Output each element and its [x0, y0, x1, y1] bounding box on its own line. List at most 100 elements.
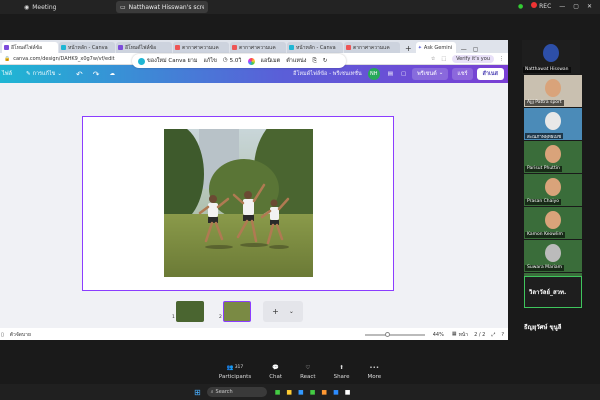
- taskbar-app-icon[interactable]: ■: [345, 389, 351, 396]
- participant-tile[interactable]: Natthawat Hisswan: [522, 40, 580, 74]
- avatar[interactable]: NH: [367, 68, 380, 80]
- comment-icon[interactable]: ▢: [401, 71, 406, 77]
- edit-button[interactable]: แก้ไข: [203, 57, 216, 65]
- share-arrow-icon: ⬆: [339, 364, 344, 371]
- browser-tab[interactable]: ตากาศาความแค: [173, 42, 229, 53]
- recording-indicator[interactable]: REC: [531, 2, 551, 10]
- canva-status-bar: ▯ ตัวจัดบาย 44% ▦ หน้า 2 / 2 ⤢ ?: [0, 330, 508, 340]
- chevron-down-icon: ⌄: [57, 71, 63, 77]
- paint-format-icon[interactable]: ⎘: [312, 58, 316, 65]
- participant-tile[interactable]: ธีญยุวัศษ์ ขุนูลี: [522, 318, 584, 338]
- new-tab-icon[interactable]: +: [405, 44, 412, 53]
- browser-tab[interactable]: อีโหมด์ไฟล์ข้อ: [116, 42, 172, 53]
- zoom-slider-thumb[interactable]: [384, 332, 390, 337]
- share-tab-label: Natthawat Hisswan's screen: [128, 3, 204, 11]
- participant-video: [545, 244, 561, 262]
- taskbar-app-icon[interactable]: ■: [321, 389, 327, 396]
- undo-icon[interactable]: ↶: [76, 70, 83, 79]
- close-icon[interactable]: ✕: [587, 3, 592, 10]
- share-screen-button[interactable]: ⬆ Share: [334, 363, 350, 380]
- url-field[interactable]: canva.com/design/DAHK9_x0g7w/vf/edit: [13, 56, 114, 62]
- browser-tab[interactable]: ตากาศาความแค: [344, 42, 400, 53]
- participants-count: 317: [234, 365, 244, 370]
- chat-button[interactable]: 💬 Chat: [269, 363, 282, 380]
- browser-menu-icon[interactable]: ⋮: [499, 56, 504, 62]
- page-number-2: 2: [219, 315, 222, 320]
- taskbar-app-icon[interactable]: ■: [275, 389, 281, 396]
- share-button[interactable]: แชร์: [452, 68, 473, 80]
- browser-maximize-icon[interactable]: ▢: [473, 46, 479, 53]
- participant-tile[interactable]: Parisut Phuttin: [524, 141, 582, 173]
- magic-icon: ✎: [26, 71, 31, 77]
- meeting-tab[interactable]: ◉ Meeting: [24, 2, 56, 12]
- notes-icon[interactable]: ▯: [1, 332, 4, 338]
- gemini-button[interactable]: ✦ Ask Gemini: [415, 42, 456, 53]
- pages-button[interactable]: ▦ หน้า: [452, 331, 468, 339]
- file-menu[interactable]: ไฟล์: [2, 70, 12, 78]
- maximize-icon[interactable]: ▢: [573, 3, 579, 10]
- animate-button[interactable]: แอนิเมต: [261, 57, 281, 65]
- present-label: พรีเซนต์: [417, 71, 437, 77]
- style-button[interactable]: ของใหม่ Canva ยาม: [138, 57, 197, 65]
- participant-tile[interactable]: Kamon Keowlim: [524, 207, 582, 239]
- fullscreen-icon[interactable]: ⤢: [491, 332, 495, 338]
- participant-video: [545, 112, 561, 130]
- element-toolbar: ของใหม่ Canva ยาม แก้ไข ◷ 5.0วิ แอนิเมต ต…: [132, 54, 346, 68]
- slide-photo[interactable]: [164, 129, 313, 277]
- participant-video: [545, 178, 561, 196]
- taskbar-app-icon[interactable]: ■: [333, 389, 339, 396]
- gemini-label: Ask Gemini: [423, 44, 453, 51]
- participant-name: สะณภาพพุทธเมช: [525, 133, 564, 140]
- meeting-controls: 👥 317 Participants 💬 Chat ♡ React ⬆ Share…: [0, 358, 600, 384]
- page-thumbnail-2[interactable]: [223, 301, 251, 322]
- browser-tab[interactable]: ตากาศาความแค: [230, 42, 286, 53]
- timer-button[interactable]: ◷ 5.0วิ: [223, 57, 242, 65]
- more-label: More: [367, 373, 382, 380]
- tab-label: ตากาศาความแค: [239, 44, 276, 51]
- chat-label: Chat: [269, 373, 283, 380]
- zoom-slider[interactable]: [364, 332, 425, 337]
- more-button[interactable]: ••• More: [367, 363, 381, 380]
- browser-tab[interactable]: หน้าหลัก - Canva: [59, 42, 115, 53]
- add-page-button[interactable]: + ⌄: [263, 301, 303, 322]
- taskbar-app-icon[interactable]: ■: [286, 389, 292, 396]
- browser-tab[interactable]: อีโหมด์ไฟล์ข้อ: [2, 42, 58, 53]
- position-button[interactable]: ตำแหน่ง: [286, 57, 306, 65]
- taskbar-app-icon[interactable]: ■: [298, 389, 304, 396]
- lock-icon: 🔒: [4, 55, 11, 62]
- taskbar-app-icon[interactable]: ■: [310, 389, 316, 396]
- present-button[interactable]: พรีเซนต์ ⌄: [412, 68, 449, 80]
- help-icon[interactable]: ?: [501, 332, 504, 338]
- color-wheel-icon[interactable]: [247, 57, 255, 65]
- participant-tile[interactable]: Prasan Chaiyo: [524, 174, 582, 206]
- screen-share-tab[interactable]: ▭ Natthawat Hisswan's screen: [116, 1, 208, 13]
- windows-start-icon[interactable]: ⊞: [194, 388, 201, 397]
- participant-tile[interactable]: Suwara Mariam: [524, 240, 582, 272]
- participant-gallery: Natthawat Hisswan Ajjj Pattra sport สะณภ…: [508, 40, 600, 358]
- react-button[interactable]: ♡ React: [300, 363, 316, 380]
- analytics-icon[interactable]: ▤: [388, 71, 393, 77]
- browser-minimize-icon[interactable]: —: [461, 46, 467, 53]
- resize-menu[interactable]: ✎ การแก้ไข ⌄: [26, 70, 62, 78]
- avatar-initials: NH: [370, 71, 378, 77]
- publish-button[interactable]: สำเนส: [476, 68, 504, 80]
- participant-tile[interactable]: Ajjj Pattra sport: [524, 75, 582, 107]
- taskbar-search[interactable]: ⌕ Search: [206, 387, 267, 397]
- zoom-level[interactable]: 44%: [433, 332, 444, 338]
- minimize-icon[interactable]: —: [559, 3, 565, 10]
- participants-button[interactable]: 👥 317 Participants: [219, 363, 251, 380]
- doc-tab-icon: [346, 45, 351, 50]
- timer-label: 5.0วิ: [229, 58, 242, 64]
- redo-icon[interactable]: ↷: [93, 70, 100, 79]
- participant-tile-active[interactable]: วิลาวัลย์_สวท.: [524, 276, 582, 308]
- browser-tab[interactable]: หน้าหลัก - Canva: [287, 42, 343, 53]
- bookmark-star-icon[interactable]: ☆: [431, 56, 435, 62]
- notes-button[interactable]: ตัวจัดบาย: [10, 331, 31, 339]
- profile-chip[interactable]: Verify it's you: [452, 54, 494, 63]
- page-thumbnail-1[interactable]: [176, 301, 204, 322]
- participant-tile[interactable]: สะณภาพพุทธเมช: [524, 108, 582, 140]
- refresh-icon[interactable]: ↻: [323, 58, 328, 64]
- extensions-icon[interactable]: ⬚: [441, 56, 446, 62]
- document-title[interactable]: อีโหมด์ไฟล์ข้อ - พรีเซนเทชั่น: [293, 70, 362, 78]
- chevron-down-icon: ⌄: [288, 308, 294, 315]
